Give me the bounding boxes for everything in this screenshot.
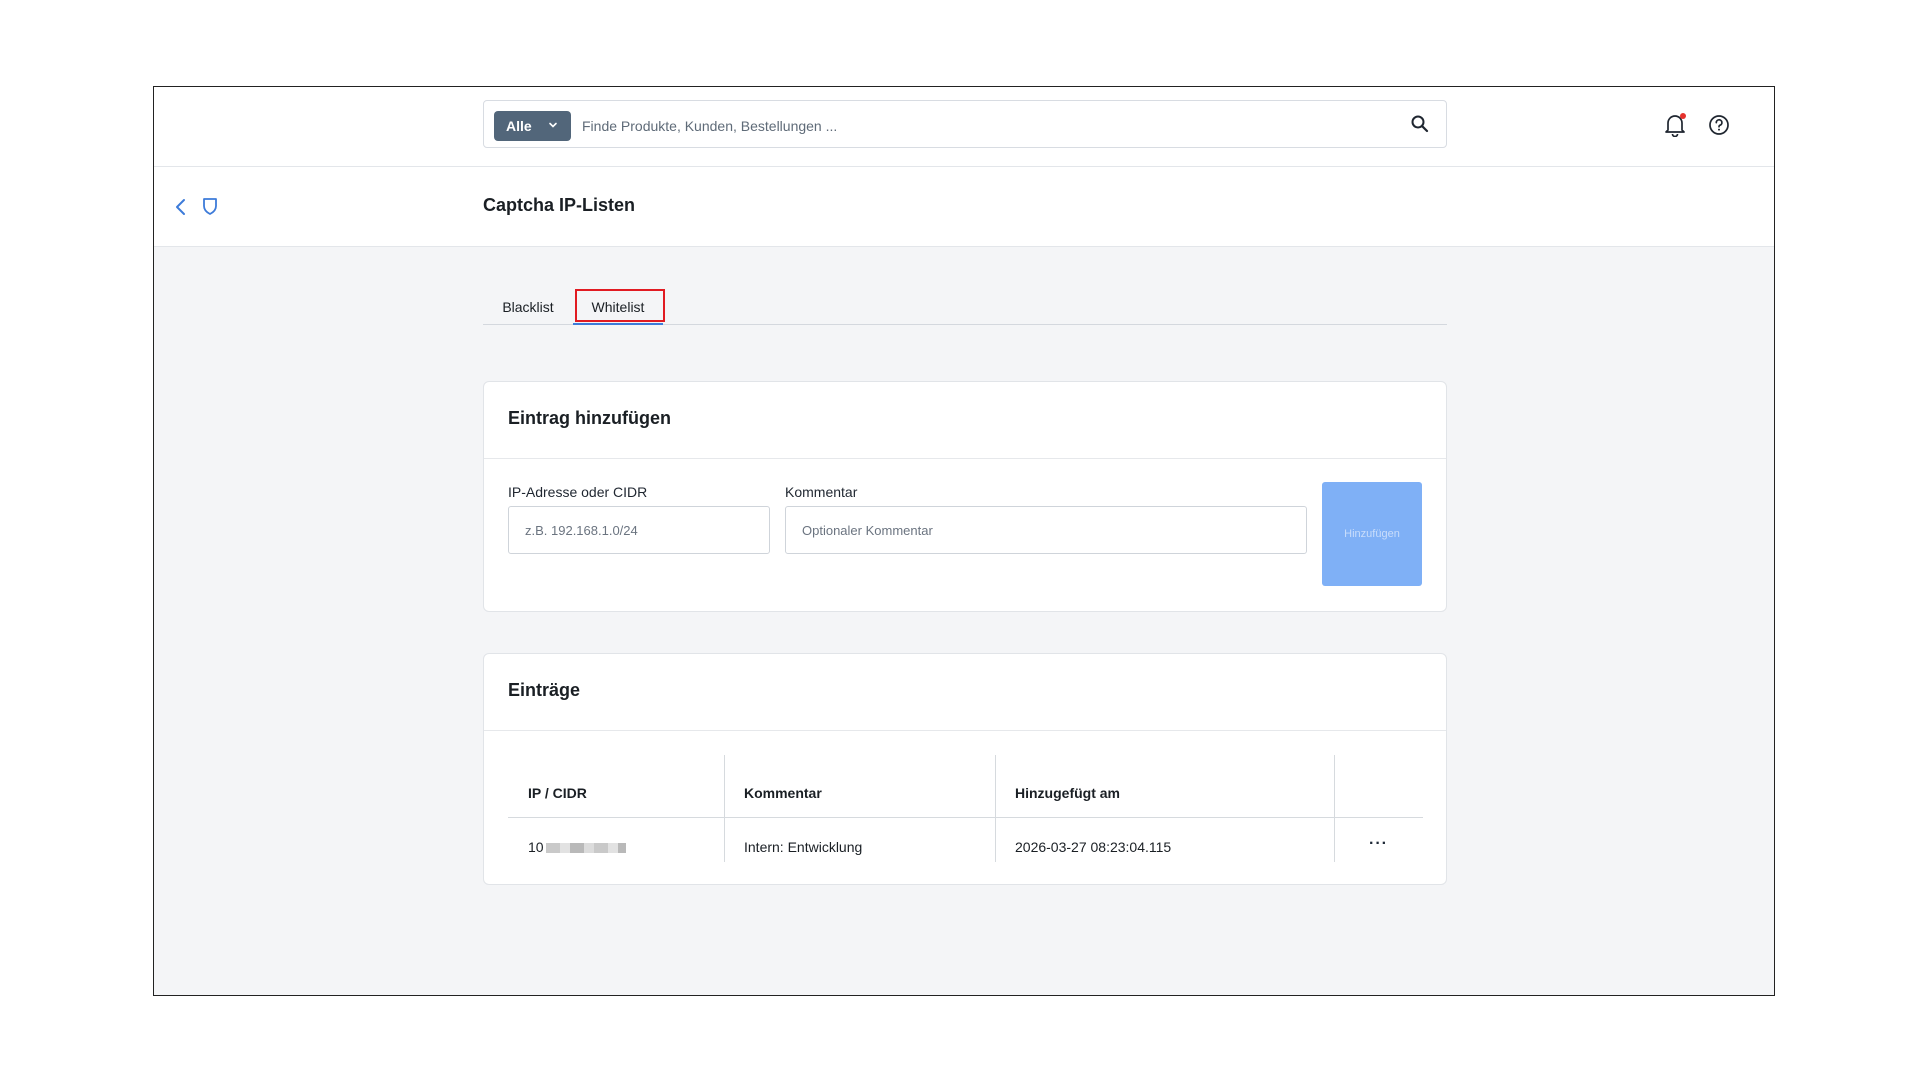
table-row-ip: 10 <box>528 839 626 855</box>
tab-bar: Blacklist Whitelist <box>483 290 1447 325</box>
tab-blacklist[interactable]: Blacklist <box>483 290 573 323</box>
column-separator <box>1334 755 1335 862</box>
column-separator <box>995 755 996 862</box>
search-scope-label: Alle <box>506 118 532 134</box>
search-scope-dropdown[interactable]: Alle <box>494 111 571 141</box>
redacted-ip-mask <box>545 843 626 854</box>
tab-whitelist[interactable]: Whitelist <box>573 290 663 325</box>
add-entry-card: Eintrag hinzufügen IP-Adresse oder CIDR … <box>483 381 1447 612</box>
ip-field-label: IP-Adresse oder CIDR <box>508 484 648 500</box>
table-header-divider <box>508 817 1423 818</box>
entries-card: Einträge IP / CIDR Kommentar Hinzugefügt… <box>483 653 1447 885</box>
ip-input[interactable] <box>508 506 770 554</box>
entries-title: Einträge <box>508 680 581 700</box>
column-header-comment: Kommentar <box>744 785 822 801</box>
table-row-comment: Intern: Entwicklung <box>744 839 863 855</box>
comment-field-label: Kommentar <box>785 484 858 500</box>
search-input[interactable] <box>580 113 1364 139</box>
back-arrow-icon[interactable] <box>174 197 188 217</box>
page-header: Captcha IP-Listen <box>154 167 1774 247</box>
page-title: Captcha IP-Listen <box>483 195 636 215</box>
divider <box>484 458 1446 459</box>
ip-value: 10 <box>528 839 544 855</box>
add-entry-title: Eintrag hinzufügen <box>508 408 671 428</box>
notification-badge <box>1680 113 1686 119</box>
shield-icon <box>203 198 217 215</box>
row-actions-menu-icon[interactable]: ··· <box>1369 835 1388 853</box>
top-bar: Alle <box>154 87 1774 167</box>
search-icon[interactable] <box>1410 114 1430 134</box>
column-header-ip: IP / CIDR <box>528 785 587 801</box>
chevron-down-icon <box>549 122 557 128</box>
column-separator <box>724 755 725 862</box>
column-header-added: Hinzugefügt am <box>1015 785 1120 801</box>
comment-input[interactable] <box>785 506 1307 554</box>
divider <box>484 730 1446 731</box>
add-button[interactable]: Hinzufügen <box>1322 482 1422 586</box>
table-row-added: 2026-03-27 08:23:04.115 <box>1015 839 1172 855</box>
help-icon[interactable] <box>1708 114 1730 136</box>
global-search: Alle <box>483 100 1447 148</box>
app-window: Alle Captcha <box>153 86 1775 996</box>
